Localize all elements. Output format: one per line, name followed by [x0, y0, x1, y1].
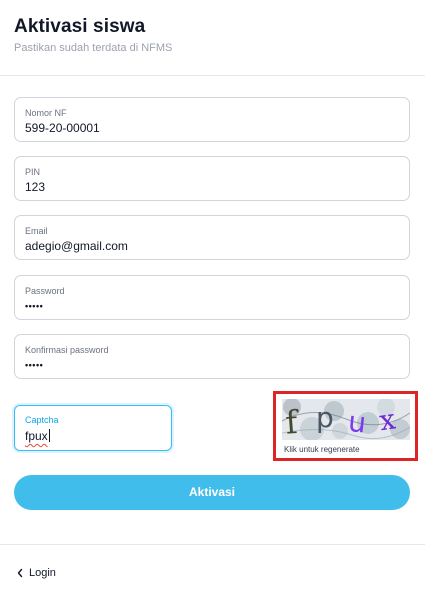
confirm-password-label: Konfirmasi password [25, 345, 109, 355]
chevron-left-icon [16, 566, 24, 580]
captcha-label: Captcha [25, 415, 59, 425]
password-field[interactable]: Password ••••• [14, 275, 410, 320]
confirm-password-field[interactable]: Konfirmasi password ••••• [14, 334, 410, 379]
nomor-nf-field[interactable]: Nomor NF 599-20-00001 [14, 97, 410, 142]
captcha-glyph-p: p [316, 401, 334, 434]
email-input[interactable]: adegio@gmail.com [25, 239, 128, 253]
password-input[interactable]: ••••• [25, 301, 43, 311]
activate-button[interactable]: Aktivasi [14, 475, 410, 510]
email-field[interactable]: Email adegio@gmail.com [14, 215, 410, 260]
text-caret [48, 429, 50, 442]
captcha-field[interactable]: Captcha fpux [14, 405, 172, 451]
nomor-nf-input[interactable]: 599-20-00001 [25, 121, 100, 135]
page-header: Aktivasi siswa Pastikan sudah terdata di… [14, 14, 411, 55]
confirm-password-input[interactable]: ••••• [25, 360, 43, 370]
captcha-regenerate-hint[interactable]: Klik untuk regenerate [284, 445, 360, 455]
page-subtitle: Pastikan sudah terdata di NFMS [14, 42, 173, 54]
pin-field[interactable]: PIN 123 [14, 156, 410, 201]
captcha-highlight-box: f p u x Klik untuk regenerate [273, 391, 418, 461]
pin-input[interactable]: 123 [25, 180, 45, 194]
captcha-glyph-u: u [347, 405, 368, 440]
captcha-input-text: fpux [25, 429, 48, 443]
footer-divider [0, 544, 425, 545]
captcha-image[interactable]: f p u x [282, 399, 410, 440]
captcha-input[interactable]: fpux [25, 429, 50, 443]
page-title: Aktivasi siswa [14, 16, 146, 37]
header-divider [0, 75, 425, 76]
captcha-image-graphic: f p u x [282, 399, 410, 440]
pin-label: PIN [25, 167, 41, 177]
login-link[interactable]: Login [16, 566, 56, 580]
email-label: Email [25, 226, 48, 236]
nomor-nf-label: Nomor NF [25, 108, 67, 118]
login-link-label: Login [29, 567, 56, 579]
password-label: Password [25, 286, 65, 296]
